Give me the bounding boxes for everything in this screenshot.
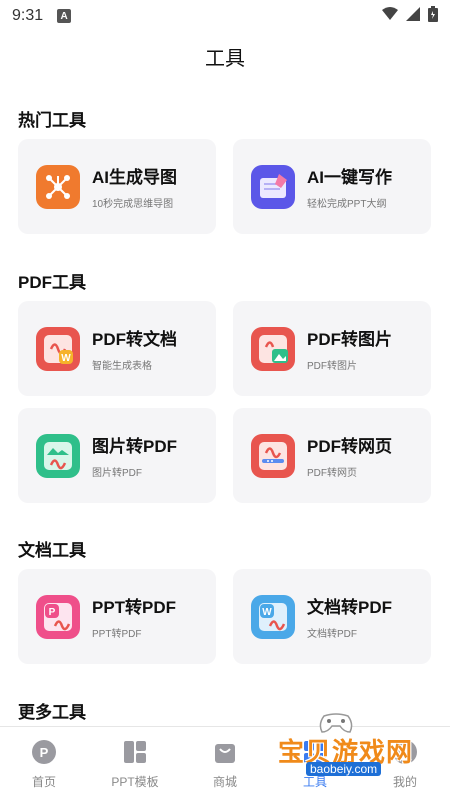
card-title: PPT转PDF (92, 598, 177, 617)
card-subtitle: 图片转PDF (92, 468, 142, 479)
card-title: AI一键写作 (307, 168, 392, 187)
nav-item-shop[interactable]: 商城 (185, 739, 265, 790)
template-icon (122, 739, 148, 765)
card-subtitle: 轻松完成PPT大纲 (307, 199, 387, 210)
section-title-pdf: PDF工具 (18, 273, 86, 292)
signal-icon (406, 6, 420, 26)
card-title: PDF转文档 (92, 330, 177, 349)
card-subtitle: 文档转PDF (307, 629, 357, 640)
shop-icon (212, 739, 238, 765)
tool-card-ai-write[interactable]: AI一键写作 轻松完成PPT大纲 (233, 139, 431, 234)
card-title: AI生成导图 (92, 168, 177, 187)
image-to-pdf-icon (36, 433, 80, 478)
nav-label: 首页 (31, 775, 56, 789)
card-subtitle: 10秒完成思维导图 (92, 199, 174, 210)
svg-text:W: W (262, 607, 272, 618)
nav-item-ppt-templates[interactable]: PPT模板 (95, 739, 175, 790)
section-title-more: 更多工具 (18, 703, 86, 722)
pdf-to-image-icon (251, 326, 295, 371)
card-title: 图片转PDF (92, 437, 177, 456)
tool-card-pdf-to-word[interactable]: W PDF转文档 智能生成表格 (18, 301, 216, 396)
word-to-pdf-icon: W (251, 594, 295, 639)
pdf-to-word-icon: W (36, 326, 80, 371)
status-indicators (382, 5, 438, 27)
tool-card-ppt-to-pdf[interactable]: P PPT转PDF PPT转PDF (18, 569, 216, 664)
pdf-to-web-icon (251, 433, 295, 478)
wifi-icon (382, 6, 398, 26)
card-title: PDF转图片 (307, 330, 392, 349)
card-title: PDF转网页 (307, 437, 392, 456)
card-subtitle: PDF转图片 (307, 361, 357, 372)
nav-item-home[interactable]: P 首页 (4, 739, 84, 790)
nav-label: 商城 (212, 775, 237, 789)
page-title: 工具 (205, 48, 245, 70)
card-title: 文档转PDF (307, 598, 392, 617)
tool-card-image-to-pdf[interactable]: 图片转PDF 图片转PDF (18, 408, 216, 503)
status-bar: 9:31 A (0, 0, 450, 32)
tool-card-pdf-to-web[interactable]: PDF转网页 PDF转网页 (233, 408, 431, 503)
section-title-doc: 文档工具 (18, 541, 86, 560)
nav-label: PPT模板 (111, 775, 159, 789)
tool-card-ai-mindmap[interactable]: AI生成导图 10秒完成思维导图 (18, 139, 216, 234)
mindmap-icon (36, 164, 80, 209)
notification-icon: A (57, 9, 72, 23)
card-subtitle: PDF转网页 (307, 468, 357, 479)
status-time: 9:31 (12, 7, 44, 24)
svg-text:P: P (40, 745, 49, 760)
ai-write-icon (251, 164, 295, 209)
home-icon: P (31, 739, 57, 765)
section-title-hot: 热门工具 (18, 111, 86, 130)
watermark: 宝贝游戏网 baobeiy.com (278, 712, 428, 782)
svg-text:W: W (61, 353, 71, 364)
card-subtitle: PPT转PDF (92, 629, 142, 640)
tool-card-pdf-to-image[interactable]: PDF转图片 PDF转图片 (233, 301, 431, 396)
watermark-url: baobeiy.com (306, 762, 382, 776)
battery-icon (428, 5, 438, 27)
tool-card-word-to-pdf[interactable]: W 文档转PDF 文档转PDF (233, 569, 431, 664)
card-subtitle: 智能生成表格 (92, 361, 152, 372)
ppt-to-pdf-icon: P (36, 594, 80, 639)
svg-text:P: P (49, 607, 56, 618)
